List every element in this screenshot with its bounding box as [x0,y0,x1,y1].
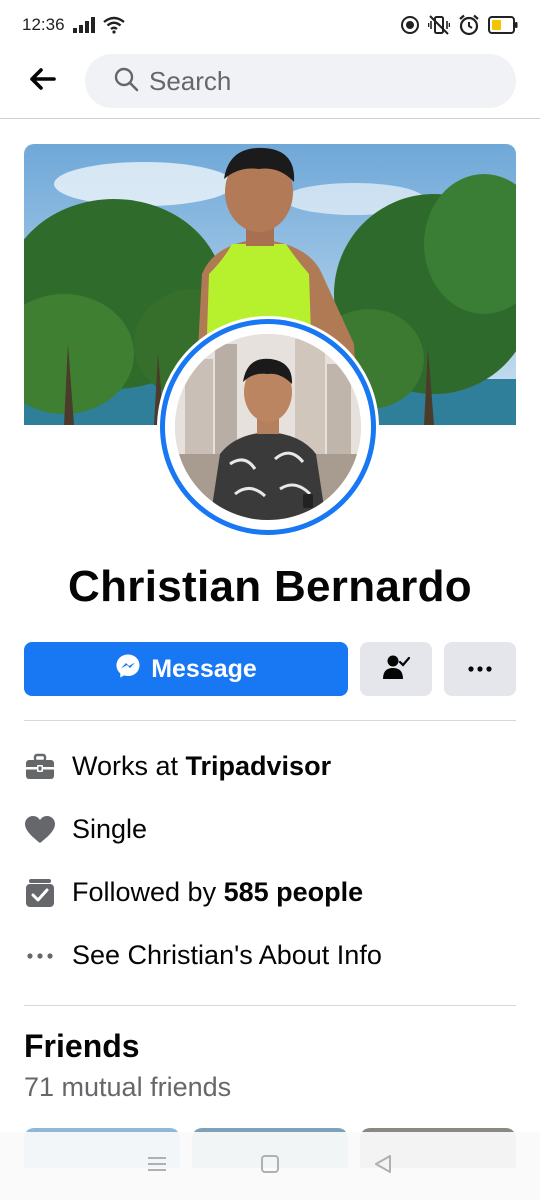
back-button[interactable] [22,61,62,101]
alarm-icon [458,14,480,36]
record-icon [400,15,420,35]
signal-icon [72,17,95,33]
followers-icon [24,877,56,909]
vibrate-icon [428,15,450,35]
battery-icon [488,16,518,34]
detail-followers: Followed by 585 people [24,861,516,924]
back-triangle-icon [373,1154,393,1179]
friends-button[interactable] [360,642,432,696]
message-label: Message [151,654,257,683]
top-nav [0,52,540,110]
detail-followers-count[interactable]: 585 people [224,877,364,908]
menu-button[interactable] [137,1146,177,1186]
home-button[interactable] [250,1146,290,1186]
status-bar: 12:36 [0,0,540,50]
more-button[interactable] [444,642,516,696]
heart-icon [24,814,56,846]
friends-title: Friends [24,1028,140,1064]
section-divider [24,720,516,721]
home-square-icon [260,1154,280,1179]
see-about-info-link[interactable]: See Christian's About Info [24,924,516,987]
friends-check-icon [382,653,411,686]
message-button[interactable]: Message [24,642,348,696]
profile-actions: Message [24,642,516,696]
nav-divider [0,118,540,119]
briefcase-icon [24,751,56,783]
system-back-button[interactable] [363,1146,403,1186]
menu-icon [146,1155,168,1178]
search-icon [113,66,139,97]
profile-details: Works at Tripadvisor Single Followed by … [24,735,516,987]
search-bar[interactable] [85,54,516,108]
status-time: 12:36 [22,15,65,34]
section-divider [24,1005,516,1006]
more-dots-icon [24,940,56,972]
detail-followers-prefix: Followed by [72,877,224,907]
detail-relationship: Single [24,798,516,861]
detail-relationship-text: Single [72,814,148,844]
profile-picture[interactable] [157,316,379,538]
messenger-icon [115,653,141,686]
avatar [175,334,361,520]
profile-name: Christian Bernardo [68,562,472,611]
more-dots-icon [468,660,492,678]
android-nav-bar [0,1132,540,1200]
mutual-friends-count[interactable]: 71 mutual friends [24,1072,231,1103]
detail-work-company[interactable]: Tripadvisor [186,751,332,782]
wifi-icon [102,16,125,34]
detail-work: Works at Tripadvisor [24,735,516,798]
story-ring [160,319,376,535]
search-input[interactable] [149,65,489,97]
arrow-left-icon [28,67,56,96]
see-about-info-label: See Christian's About Info [72,940,382,970]
detail-work-prefix: Works at [72,751,186,781]
